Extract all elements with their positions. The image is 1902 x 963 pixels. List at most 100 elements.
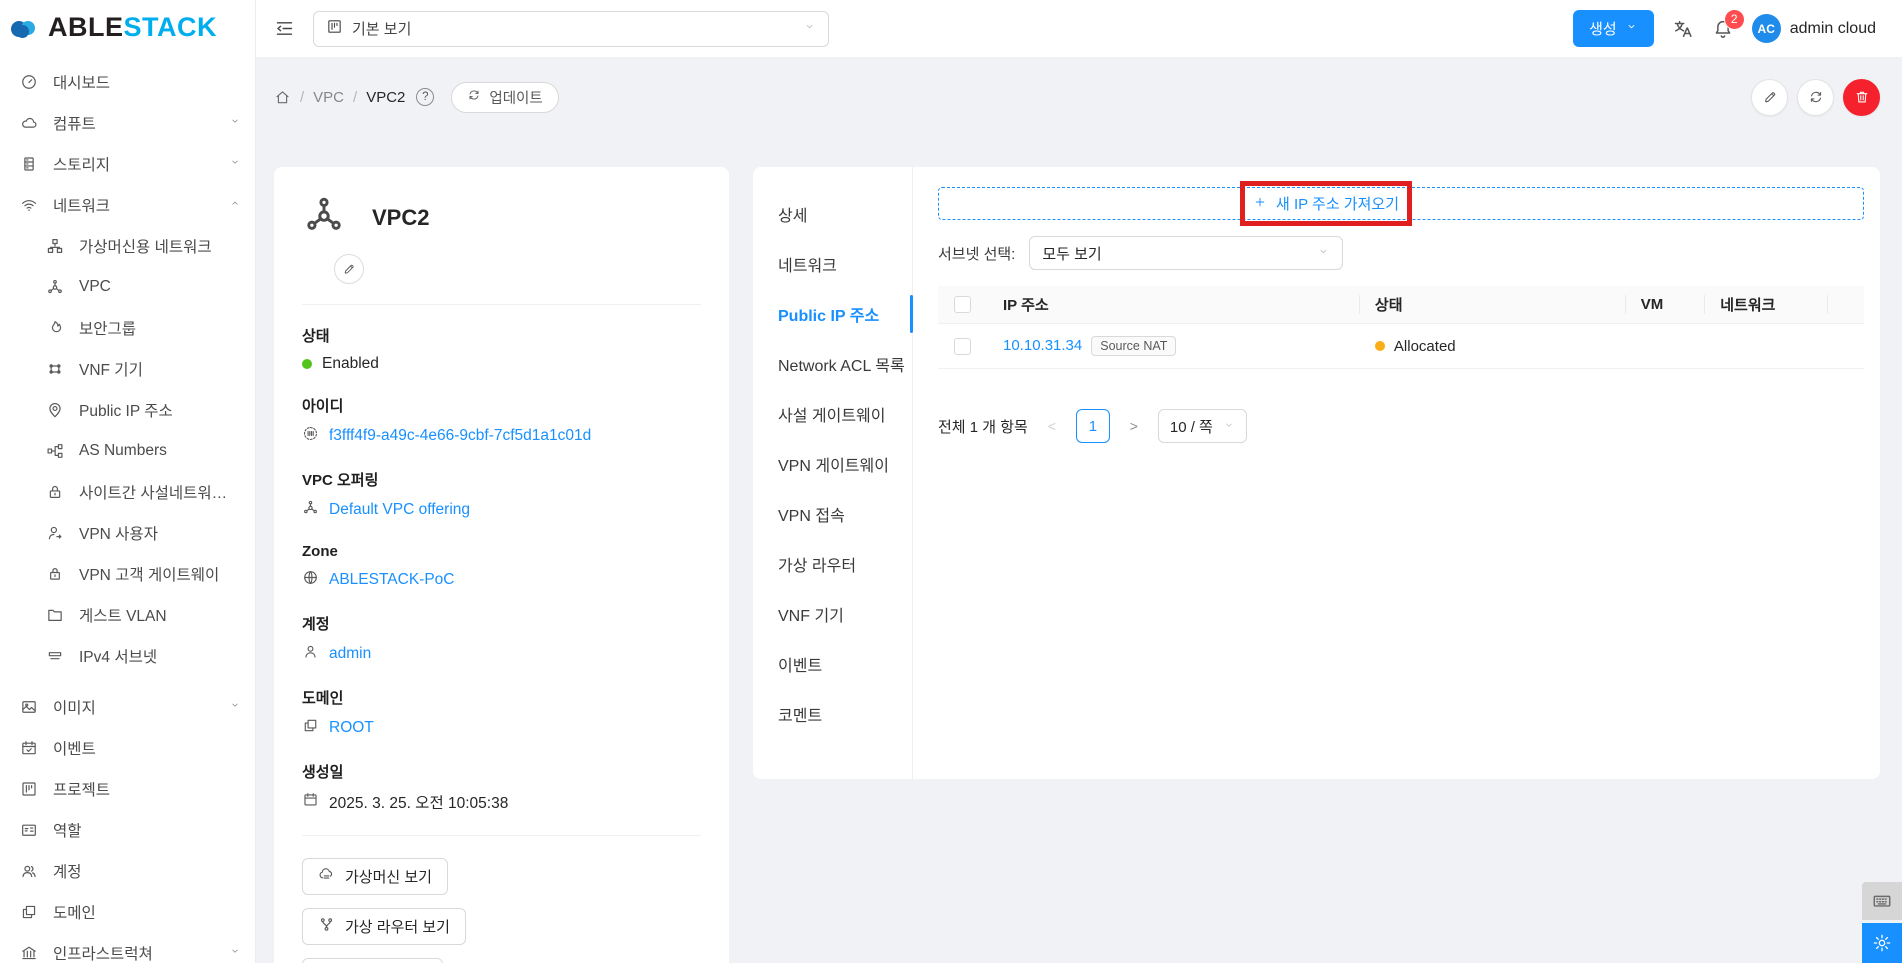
lock2-icon <box>50 567 60 580</box>
sidebar-item-label: 이벤트 <box>53 740 96 758</box>
sidebar-item-guest-network[interactable]: 가상머신용 네트워크 <box>0 225 255 266</box>
chevron-down-icon <box>232 119 238 123</box>
chevron-down-icon <box>1628 24 1635 29</box>
user-menu[interactable]: AC admin cloud <box>1751 14 1876 43</box>
sidebar-item-as-numbers[interactable]: AS Numbers <box>0 430 255 471</box>
acquire-ip-label: 새 IP 주소 가져오기 <box>1275 196 1399 213</box>
pagination-next-button[interactable]: > <box>1120 418 1148 434</box>
sidebar-item-projects[interactable]: 프로젝트 <box>0 768 255 809</box>
acquire-ip-button[interactable]: 새 IP 주소 가져오기 <box>938 181 1864 226</box>
tab-vpn-connection[interactable]: VPN 접속 <box>753 489 912 539</box>
gear-icon <box>1873 934 1891 952</box>
tab-network[interactable]: 네트워크 <box>753 239 912 289</box>
field-value-text[interactable]: f3fff4f9-a49c-4e66-9cbf-7cf5d1a1c01d <box>329 427 591 445</box>
edit-button[interactable] <box>1751 78 1788 116</box>
chevron-down-icon <box>806 24 813 29</box>
sidebar: ABLESTACK 대시보드 컴퓨트 스토리지 네트워크 가상머신용 네트워크 VPC 보안… <box>0 0 256 963</box>
edit-name-button[interactable] <box>334 254 364 284</box>
delete-button[interactable] <box>1843 78 1880 116</box>
sidebar-item-domains[interactable]: 도메인 <box>0 891 255 932</box>
select-all-checkbox[interactable] <box>954 296 971 314</box>
sidebar-item-guest-vlan[interactable]: 게스트 VLAN <box>0 594 255 635</box>
tab-public-ip[interactable]: Public IP 주소 <box>753 289 913 339</box>
update-button[interactable]: 업데이트 <box>451 81 559 113</box>
page-size-select[interactable]: 10 / 쪽 <box>1157 409 1247 443</box>
sidebar-item-infrastructure[interactable]: 인프라스트럭쳐 <box>0 932 255 963</box>
breadcrumb-item-vpc-list[interactable]: VPC <box>313 89 344 106</box>
column-header-state: 상태 <box>1358 286 1625 324</box>
sidebar-item-vpc[interactable]: VPC <box>0 266 255 307</box>
sidebar-item-label: 게스트 VLAN <box>79 607 167 625</box>
view-vms-button[interactable]: 가상머신 보기 <box>302 858 448 895</box>
project-icon <box>22 781 36 796</box>
public-ip-table: IP 주소 상태 VM 네트워크 10.10.31.34 Source NAT Alloc… <box>938 286 1864 369</box>
breadcrumb-item-vpc2[interactable]: VPC2 <box>366 89 405 106</box>
status-dot <box>302 359 312 369</box>
refresh-button[interactable] <box>1797 78 1834 116</box>
chevron-down-icon <box>1625 20 1638 37</box>
sidebar-item-vnf-appliance[interactable]: VNF 기기 <box>0 348 255 389</box>
sidebar-item-events[interactable]: 이벤트 <box>0 727 255 768</box>
view-routers-button[interactable]: 가상 라우터 보기 <box>302 908 466 945</box>
keyboard-icon <box>1873 895 1891 907</box>
column-header-vm: VM <box>1624 286 1705 324</box>
sidebar-item-network[interactable]: 네트워크 <box>0 184 255 225</box>
tab-vpn-gateway[interactable]: VPN 게이트웨이 <box>753 439 912 489</box>
field-vpc-offering: VPC 오퍼링 Default VPC offering <box>302 469 701 521</box>
sidebar-item-label: 도메인 <box>53 904 96 922</box>
view-internal-lb-button[interactable]: 내부 LB 보기 <box>302 958 443 963</box>
language-button[interactable] <box>1672 18 1694 40</box>
subnet-select-value: 모두 보기 <box>1042 245 1102 263</box>
sidebar-collapse-button[interactable] <box>274 18 295 39</box>
vpc-title: VPC2 <box>372 204 430 230</box>
tab-detail[interactable]: 상세 <box>753 189 912 239</box>
sidebar-item-vpn-customer-gateway[interactable]: VPN 고객 게이트웨이 <box>0 553 255 594</box>
brand-logo[interactable]: ABLESTACK <box>0 0 255 53</box>
column-header-network: 네트워크 <box>1704 286 1828 324</box>
settings-button[interactable] <box>1862 923 1902 963</box>
main-column: 기본 보기 생성 2 AC admin cloud / VPC / VPC2 ?… <box>256 0 1902 963</box>
sidebar-item-ipv4-subnet[interactable]: IPv4 서브넷 <box>0 635 255 676</box>
console-shortcut-button[interactable] <box>1862 882 1902 920</box>
pagination-prev-button[interactable]: < <box>1038 418 1066 434</box>
chevron-down-icon <box>1223 418 1235 435</box>
row-checkbox[interactable] <box>954 337 971 355</box>
breadcrumb-separator: / <box>353 88 358 106</box>
tab-private-gateway[interactable]: 사설 게이트웨이 <box>753 389 912 439</box>
ip-address-link[interactable]: 10.10.31.34 <box>1003 337 1082 354</box>
tab-vnf-appliance[interactable]: VNF 기기 <box>753 589 912 639</box>
subnet-select[interactable]: 모두 보기 <box>1029 236 1344 270</box>
home-icon[interactable] <box>274 89 291 106</box>
sidebar-item-public-ip[interactable]: Public IP 주소 <box>0 389 255 430</box>
help-icon[interactable]: ? <box>416 88 435 106</box>
view-select[interactable]: 기본 보기 <box>313 10 829 47</box>
wifi-icon <box>22 199 36 211</box>
sidebar-item-compute[interactable]: 컴퓨트 <box>0 102 255 143</box>
sidebar-item-accounts[interactable]: 계정 <box>0 850 255 891</box>
notifications-button[interactable]: 2 <box>1712 9 1744 40</box>
tab-virtual-router[interactable]: 가상 라우터 <box>753 539 912 589</box>
field-value-text[interactable]: admin <box>329 645 371 663</box>
globe-icon <box>304 571 317 584</box>
create-button[interactable]: 생성 <box>1573 10 1654 47</box>
sidebar-item-roles[interactable]: 역할 <box>0 809 255 850</box>
field-value-text[interactable]: Default VPC offering <box>329 501 470 519</box>
chevron-down-icon <box>803 20 816 37</box>
tab-network-acl[interactable]: Network ACL 목록 <box>753 339 912 389</box>
sidebar-item-dashboard[interactable]: 대시보드 <box>0 61 255 102</box>
pagination-page-1[interactable]: 1 <box>1075 409 1110 443</box>
sidebar-item-vpn-user[interactable]: VPN 사용자 <box>0 512 255 553</box>
select-all-header <box>938 286 987 324</box>
app-root: ABLESTACK 대시보드 컴퓨트 스토리지 네트워크 가상머신용 네트워크 VPC 보안… <box>0 0 1902 963</box>
field-value-text[interactable]: ROOT <box>329 719 374 737</box>
tab-comments[interactable]: 코멘트 <box>753 689 912 739</box>
vpc-fields: 상태 Enabled 아이디 f3fff4f9-a49c-4e66-9cbf-7cf5… <box>302 325 701 813</box>
tab-events[interactable]: 이벤트 <box>753 639 912 689</box>
sidebar-item-site-vpn[interactable]: 사이트간 사설네트워크(VP... <box>0 471 255 512</box>
chevron-up-icon <box>232 201 238 205</box>
field-value-text[interactable]: ABLESTACK-PoC <box>329 571 454 589</box>
sidebar-item-security-group[interactable]: 보안그룹 <box>0 307 255 348</box>
sidebar-item-storage[interactable]: 스토리지 <box>0 143 255 184</box>
status-dot <box>1374 341 1385 351</box>
sidebar-item-images[interactable]: 이미지 <box>0 686 255 727</box>
